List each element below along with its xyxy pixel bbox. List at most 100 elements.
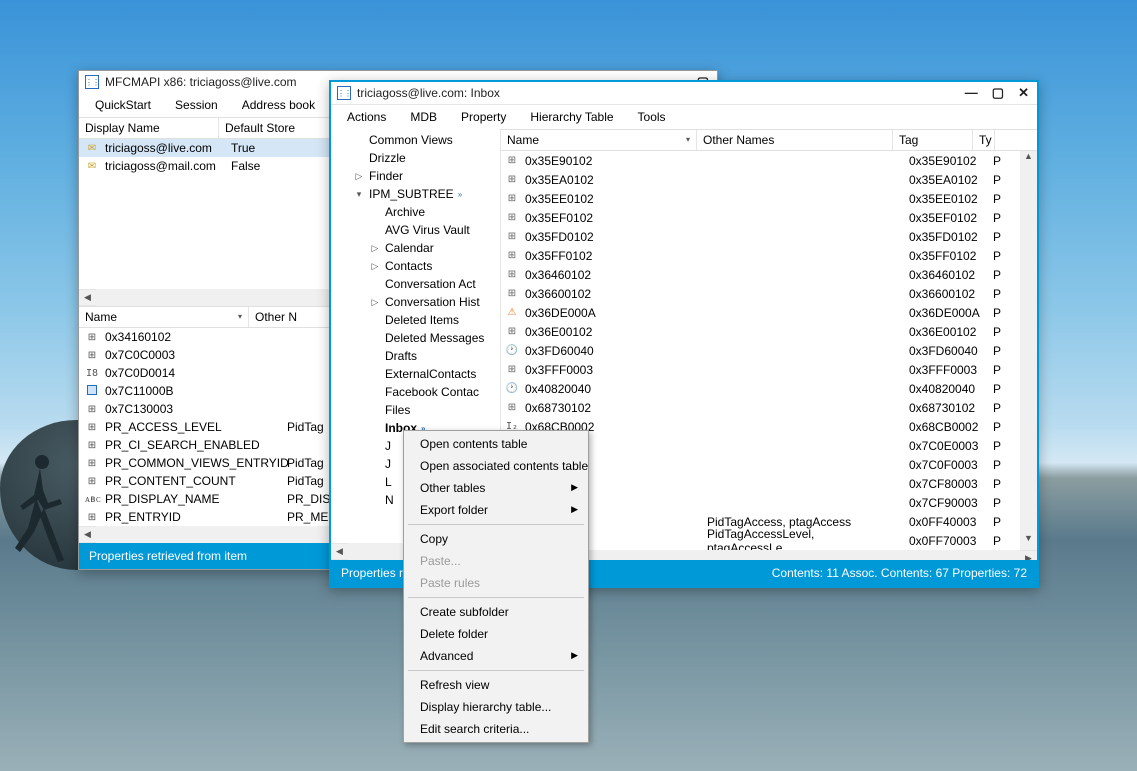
inbox-titlebar[interactable]: triciagoss@live.com: Inbox — ▢ ✕ [331,82,1037,105]
expand-icon[interactable]: ▷ [369,297,381,308]
tree-item[interactable]: Archive [331,203,500,221]
property-type: P [993,515,1001,529]
property-row[interactable]: ⊞0x3FFF00030x3FFF0003P [501,360,1020,379]
tree-item[interactable]: ▷ Contacts [331,257,500,275]
scroll-track[interactable] [1020,168,1037,533]
menu-item-label: Create subfolder [420,605,509,619]
menu-hierarchy-table[interactable]: Hierarchy Table [518,107,625,127]
property-row[interactable]: ⊞0x35EF01020x35EF0102P [501,208,1020,227]
property-row[interactable]: ⊞0x364601020x36460102P [501,265,1020,284]
menu-session[interactable]: Session [163,95,230,115]
scroll-track[interactable] [518,550,1020,560]
col-other-names[interactable]: Other Names [697,130,893,150]
scroll-left-icon[interactable]: ◀ [79,529,96,540]
binary-icon: ⊞ [505,155,519,166]
menu-item[interactable]: Create subfolder [406,601,586,623]
menu-item[interactable]: Open associated contents table [406,455,586,477]
app-icon [337,86,351,100]
menu-item[interactable]: Display hierarchy table... [406,696,586,718]
col-tag[interactable]: Tag [893,130,973,150]
tree-item[interactable]: Deleted Items [331,311,500,329]
menu-item[interactable]: Other tables▶ [406,477,586,499]
tree-label: Finder [369,169,403,183]
menu-actions[interactable]: Actions [335,107,398,127]
property-row[interactable]: ⚠0x36DE000A0x36DE000AP [501,303,1020,322]
property-type: P [993,211,1001,225]
property-tag: 0x35EF0102 [909,211,987,225]
property-row[interactable]: 🕐0x3FD600400x3FD60040P [501,341,1020,360]
tree-item[interactable]: Drizzle [331,149,500,167]
inbox-title: triciagoss@live.com: Inbox [357,86,500,100]
binary-icon: ⊞ [505,193,519,204]
menu-item[interactable]: Delete folder [406,623,586,645]
tree-item[interactable]: ▷Calendar [331,239,500,257]
col-name[interactable]: Name▾ [79,307,249,327]
maximize-button[interactable]: ▢ [990,85,1006,101]
tree-item[interactable]: ▷ Finder [331,167,500,185]
scroll-up-icon[interactable]: ▲ [1020,151,1037,168]
tree-label: Deleted Items [385,313,459,327]
tree-label: Contacts [385,259,432,273]
property-type: P [993,230,1001,244]
close-button[interactable]: ✕ [1016,85,1031,101]
property-row[interactable]: ⊞0x36E001020x36E00102P [501,322,1020,341]
tree-item[interactable]: ▾IPM_SUBTREE » [331,185,500,203]
tree-item[interactable]: Deleted Messages [331,329,500,347]
minimize-button[interactable]: — [963,85,980,101]
property-other-names: PidTagAccessLevel, ptagAccessLe... [707,527,903,551]
property-tag: 0x35EE0102 [909,192,987,206]
property-row[interactable]: ⊞0x35EA01020x35EA0102P [501,170,1020,189]
inbox-status-right: Contents: 11 Assoc. Contents: 67 Propert… [772,566,1027,580]
menu-item-label: Paste... [420,554,461,568]
menu-item[interactable]: Advanced▶ [406,645,586,667]
property-row[interactable]: ⊞0x366001020x36600102P [501,284,1020,303]
inbox-menubar: Actions MDB Property Hierarchy Table Too… [331,105,1037,129]
tree-item[interactable]: Files [331,401,500,419]
menu-quickstart[interactable]: QuickStart [83,95,163,115]
expand-icon[interactable]: ▷ [369,243,381,254]
scroll-down-icon[interactable]: ▼ [1020,533,1037,550]
property-row[interactable]: ⊞0x35EE01020x35EE0102P [501,189,1020,208]
menu-item[interactable]: Export folder▶ [406,499,586,521]
expand-icon[interactable]: ▷ [369,261,381,272]
property-row[interactable]: ⊞0x35FF01020x35FF0102P [501,246,1020,265]
tree-item[interactable]: AVG Virus Vault [331,221,500,239]
menu-item[interactable]: Copy [406,528,586,550]
property-tag: 0x3FD60040 [909,344,987,358]
expand-icon[interactable]: ▷ [353,171,365,182]
col-type[interactable]: Ty [973,130,995,150]
scroll-right-icon[interactable]: ▶ [1020,553,1037,560]
col-display-name[interactable]: Display Name [79,118,219,138]
property-row[interactable]: ⊞0x35FD01020x35FD0102P [501,227,1020,246]
tree-item[interactable]: Facebook Contac [331,383,500,401]
menu-item[interactable]: Refresh view [406,674,586,696]
tree-item[interactable]: Common Views [331,131,500,149]
property-tag: 0x3FFF0003 [909,363,987,377]
tree-item[interactable]: Drafts [331,347,500,365]
tree-item[interactable]: Conversation Act [331,275,500,293]
inbox-vscroll[interactable]: ▲ ▼ [1020,151,1037,550]
property-row[interactable]: 🕐0x408200400x40820040P [501,379,1020,398]
tree-label: J [385,439,391,453]
property-name: 0x35EE0102 [525,192,701,206]
property-row[interactable]: ⊞0x35E901020x35E90102P [501,151,1020,170]
property-row[interactable]: ⊞0x687301020x68730102P [501,398,1020,417]
scroll-left-icon[interactable]: ◀ [331,546,348,557]
inbox-status-left: Properties r [341,566,403,580]
menu-mdb[interactable]: MDB [398,107,449,127]
submenu-arrow-icon: ▶ [571,650,578,661]
expand-icon[interactable]: ▾ [353,189,365,200]
scroll-left-icon[interactable]: ◀ [79,292,96,303]
property-other: PR_DIS [287,492,330,506]
tree-item[interactable]: ▷Conversation Hist [331,293,500,311]
systime-icon: 🕐 [505,345,519,356]
property-name: 0x34160102 [105,330,281,344]
menu-addressbook[interactable]: Address book [230,95,327,115]
tree-item[interactable]: ExternalContacts [331,365,500,383]
menu-property[interactable]: Property [449,107,518,127]
col-name[interactable]: Name▾ [501,130,697,150]
menu-item[interactable]: Open contents table [406,433,586,455]
binary-icon: ⊞ [505,288,519,299]
menu-item[interactable]: Edit search criteria... [406,718,586,740]
menu-tools[interactable]: Tools [626,107,678,127]
